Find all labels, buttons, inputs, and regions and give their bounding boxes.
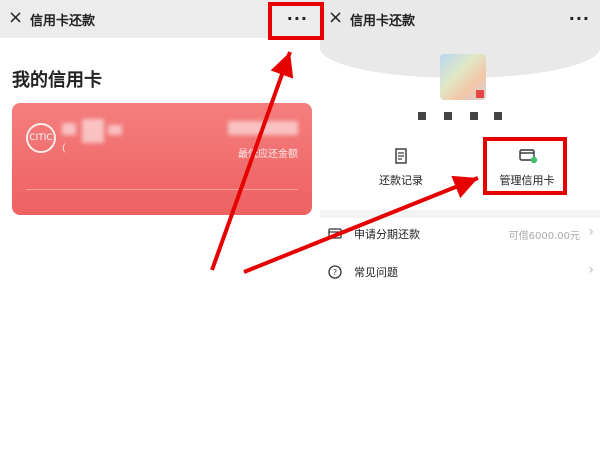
card-divider [26, 189, 298, 190]
chevron-right-icon: › [588, 224, 594, 240]
highlight-manage-card [483, 137, 567, 195]
bank-logo-icon: CITIC [26, 123, 56, 153]
close-icon[interactable]: × [8, 6, 23, 30]
page-title: 信用卡还款 [30, 14, 96, 29]
section-title-my-cards: 我的信用卡 [12, 70, 102, 91]
avatar [440, 54, 486, 100]
avatar-badge [476, 90, 484, 98]
credit-card[interactable]: CITIC ( 最低应还金额 [12, 103, 312, 215]
list-item-installment[interactable]: 申请分期还款 可借6000.00元 › [320, 216, 600, 252]
installment-icon [328, 226, 342, 240]
svg-text:?: ? [333, 268, 337, 277]
close-icon[interactable]: × [328, 6, 343, 30]
list-item-faq[interactable]: ? 常见问题 › [320, 254, 600, 290]
card-sub-label: ( [62, 143, 66, 154]
faq-label: 常见问题 [354, 266, 398, 279]
username-blur [418, 112, 426, 120]
highlight-more-button [268, 2, 324, 40]
more-icon[interactable]: ··· [569, 9, 590, 28]
installment-label: 申请分期还款 [354, 228, 420, 241]
page-title: 信用卡还款 [350, 14, 416, 29]
amount-blur [228, 121, 298, 135]
min-pay-label: 最低应还金额 [238, 149, 298, 160]
chevron-right-icon: › [588, 262, 594, 278]
receipt-icon [392, 148, 410, 164]
card-name-blur-3 [108, 125, 122, 135]
repayment-records-label: 还款记录 [379, 174, 423, 187]
right-topbar: × 信用卡还款 ··· [320, 0, 600, 38]
username-blur [444, 112, 452, 120]
card-name-blur-2 [82, 119, 104, 143]
username-blur [470, 112, 478, 120]
card-name-blur [62, 123, 76, 135]
help-icon: ? [328, 264, 342, 279]
left-screen: × 信用卡还款 ··· 我的信用卡 CITIC ( 最低应还金额 [0, 0, 320, 450]
repayment-records-button[interactable]: 还款记录 [356, 140, 446, 194]
username-blur [494, 112, 502, 120]
right-screen: × 信用卡还款 ··· 还款记录 管理信用卡 申请分期还款 可借6000.00元… [320, 0, 600, 450]
installment-value: 可借6000.00元 [508, 231, 580, 242]
